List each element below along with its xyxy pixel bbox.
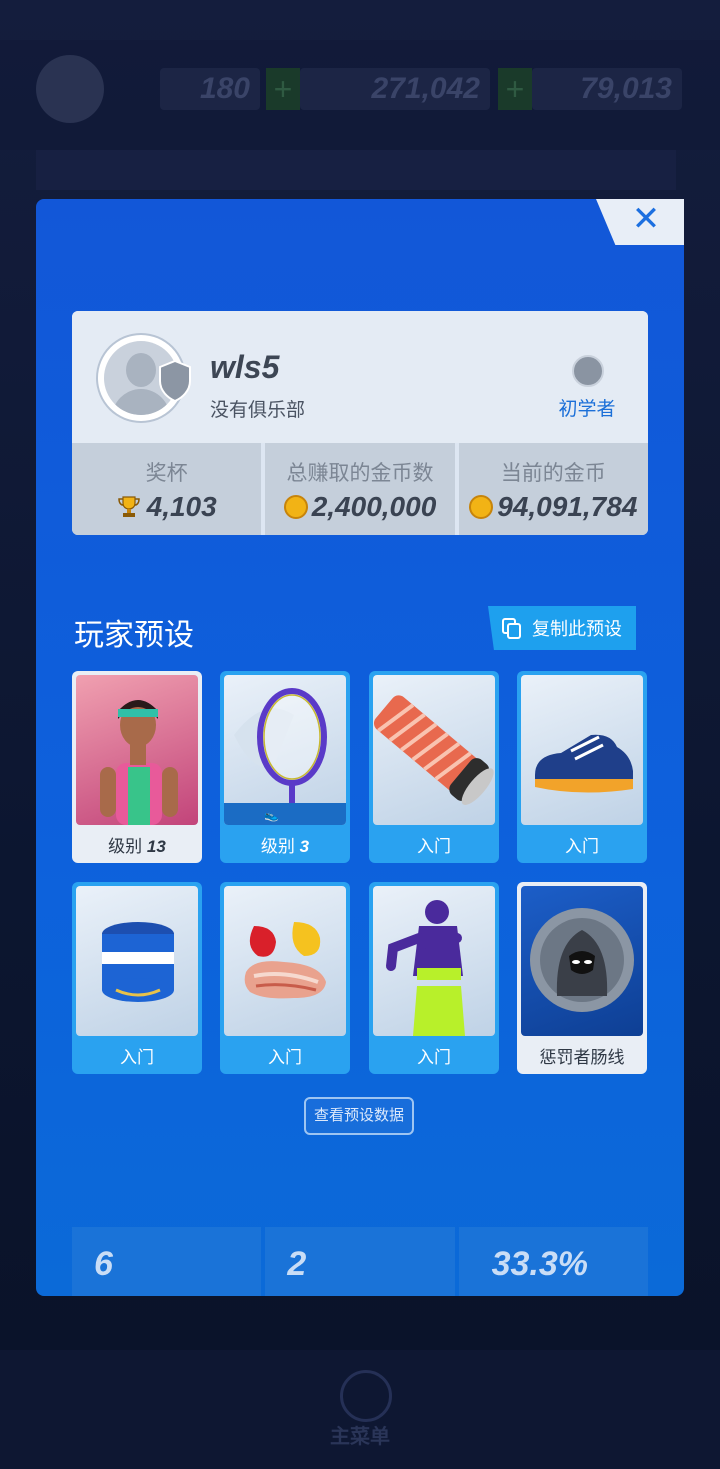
workout-icon (386, 900, 465, 1036)
club-name: 没有俱乐部 (210, 400, 306, 421)
stat-label: 奖杯 (145, 462, 188, 485)
player-character-icon (100, 700, 178, 825)
card-label: 级别 3 (260, 837, 310, 856)
stat-label: 当前的金币 (500, 462, 606, 485)
view-preset-data-button[interactable]: 查看预设数据 (304, 1097, 414, 1135)
card-label: 惩罚者肠线 (539, 1048, 625, 1067)
win-rate: 33.3% (458, 1227, 648, 1296)
background-plus-icon: + (498, 68, 532, 110)
profile-card: wls5 没有俱乐部 初学者 奖杯 4,103 总赚取的金币数 2,400,00… (72, 311, 648, 535)
card-label: 入门 (565, 837, 599, 856)
card-label: 入门 (268, 1048, 302, 1067)
matches-played: 6 (72, 1227, 262, 1296)
stat-trophies: 奖杯 4,103 (72, 443, 262, 535)
copy-preset-button[interactable]: 复制此预设 (488, 606, 636, 650)
card-label: 级别 13 (108, 837, 166, 856)
stat-value: 4,103 (72, 491, 261, 523)
stat-current-coins: 当前的金币 94,091,784 (458, 443, 648, 535)
racket-icon: 👟 (224, 688, 346, 825)
background-menu-label: 主菜单 (330, 1426, 390, 1448)
stat-total-coins: 总赚取的金币数 2,400,000 (265, 443, 455, 535)
background-coins: 271,042 (300, 68, 490, 110)
preset-title: 玩家预设 (74, 619, 194, 652)
background-gems: 180 (160, 68, 260, 110)
rank-badge-icon (572, 355, 604, 387)
grip-icon (373, 695, 494, 805)
copy-icon (502, 618, 521, 639)
preset-card-wristband[interactable]: 入门 (72, 882, 202, 1074)
trophy-icon (117, 496, 140, 517)
preset-card-string[interactable]: 惩罚者肠线 (517, 882, 647, 1074)
stat-value: 2,400,000 (265, 491, 454, 523)
stat-value: 94,091,784 (459, 491, 648, 523)
copy-preset-label: 复制此预设 (532, 619, 622, 639)
nutrition-icon (244, 922, 326, 999)
matches-won: 2 (265, 1227, 455, 1296)
preset-card-player[interactable]: 级别 13 (72, 671, 202, 863)
stat-number: 4,103 (146, 491, 217, 522)
preset-card-shoes[interactable]: 入门 (517, 671, 647, 863)
username: wls5 (210, 349, 280, 385)
rank-label: 初学者 (558, 399, 616, 420)
svg-text:👟: 👟 (264, 808, 279, 822)
hooded-string-icon (530, 908, 634, 1012)
card-label: 入门 (417, 837, 451, 856)
background-avatar (36, 55, 104, 123)
preset-card-racket[interactable]: 👟 级别 3 (220, 671, 350, 863)
preset-card-nutrition[interactable]: 入门 (220, 882, 350, 1074)
preset-card-workout[interactable]: 入门 (369, 882, 499, 1074)
wristband-icon (102, 922, 174, 1002)
background-bar (36, 150, 676, 190)
stat-number: 94,091,784 (497, 491, 638, 522)
stat-number: 2,400,000 (311, 491, 437, 522)
background-tennis-icon (340, 1370, 392, 1422)
card-label: 入门 (417, 1048, 451, 1067)
match-stats: 6 2 33.3% (72, 1227, 648, 1296)
club-shield-icon (159, 359, 191, 403)
profile-stats: 奖杯 4,103 总赚取的金币数 2,400,000 当前的金币 94,091,… (72, 443, 648, 535)
background-plus-icon: + (266, 68, 300, 110)
coin-icon (283, 495, 308, 519)
preset-card-grip[interactable]: 入门 (369, 671, 499, 863)
coin-icon (469, 495, 494, 519)
stat-label: 总赚取的金币数 (286, 462, 434, 485)
close-icon[interactable]: ✕ (626, 199, 666, 239)
shoe-icon (535, 734, 633, 793)
card-label: 入门 (120, 1048, 154, 1067)
background-cash: 79,013 (532, 68, 682, 110)
